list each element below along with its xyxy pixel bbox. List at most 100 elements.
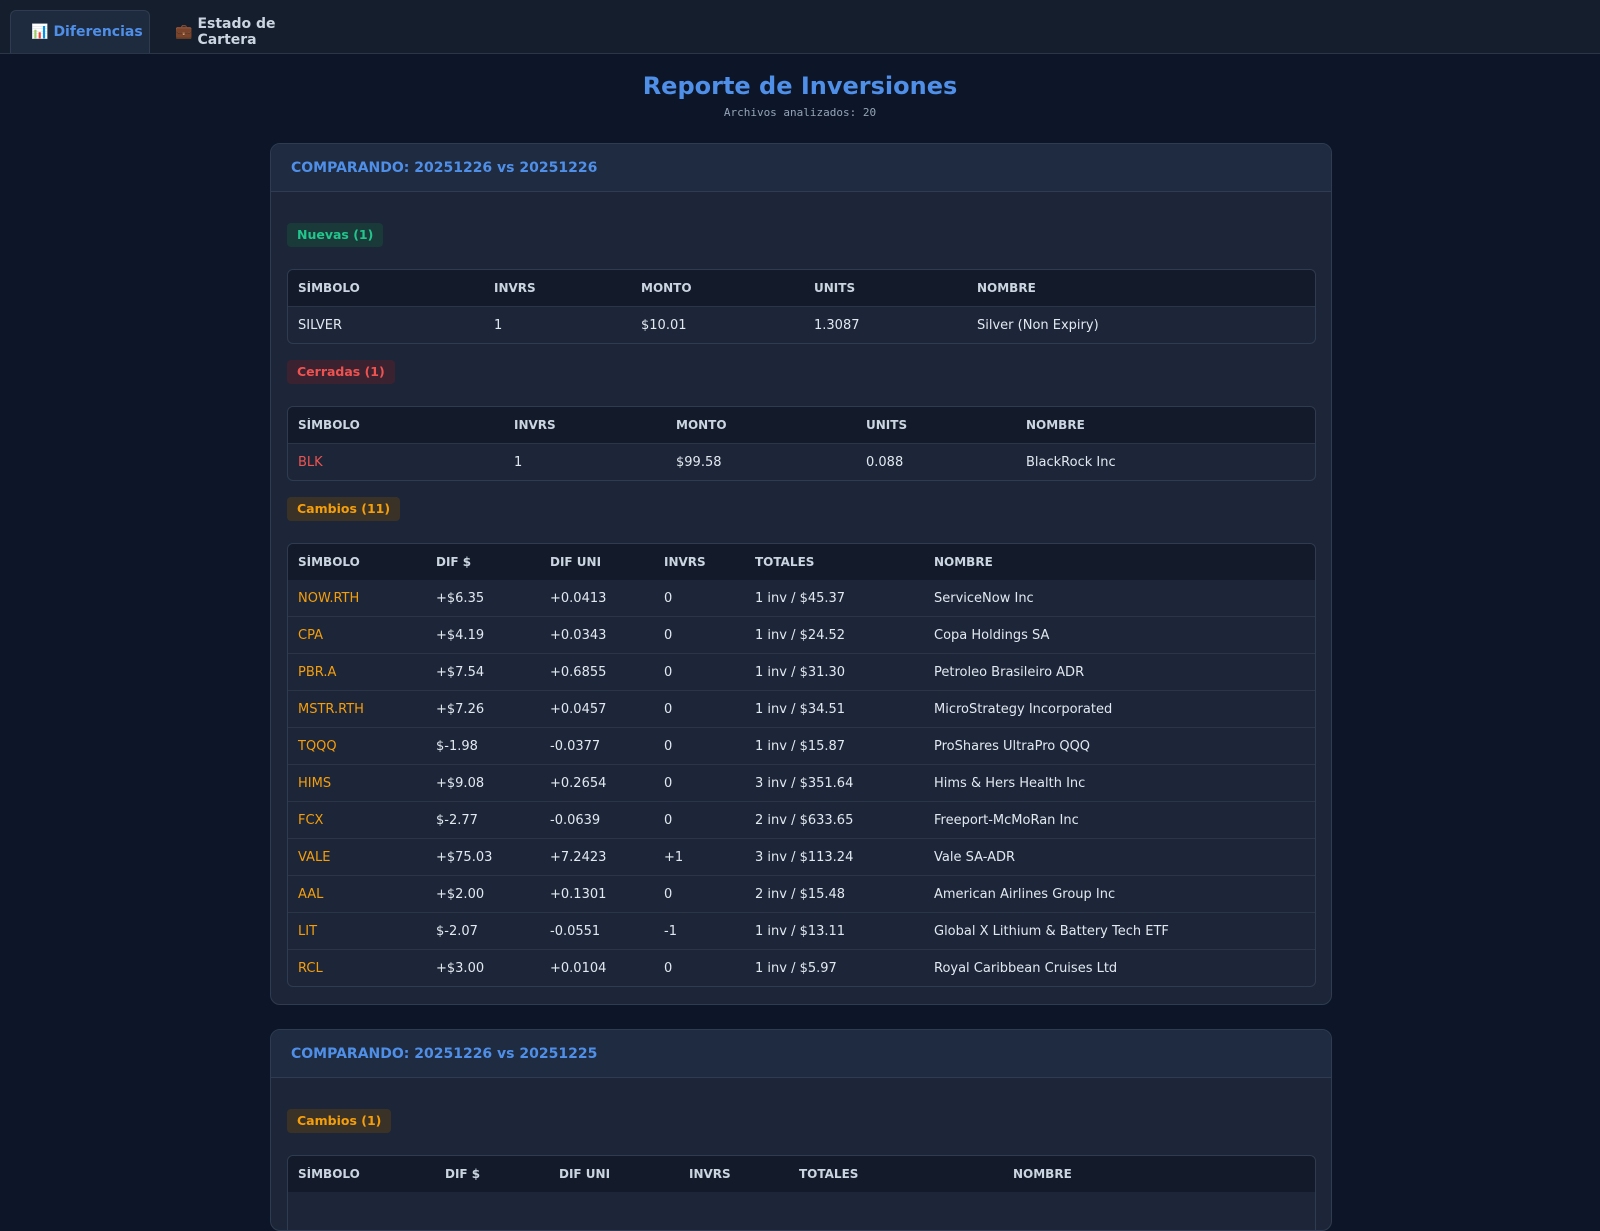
nuevas-table: SÍMBOLO INVRS MONTO UNITS NOMBRE SILVER … (287, 269, 1316, 344)
column-header: INVRS (514, 418, 556, 432)
dif-cell: $-2.07 (436, 923, 478, 939)
table-row: AAL +$2.00 +0.1301 0 2 inv / $15.48 American … (288, 875, 1315, 912)
dif-cell: $-1.98 (436, 738, 478, 754)
name-cell: ProShares UltraPro QQQ (934, 738, 1091, 754)
tab-estado-de-cartera[interactable]: 💼 Estado de Cartera (155, 10, 340, 53)
dif-uni-cell: +0.2654 (550, 775, 607, 791)
units-cell: 0.088 (866, 454, 904, 470)
symbol-cell: TQQQ (298, 738, 337, 754)
dif-uni-cell: +0.0104 (550, 960, 607, 976)
dif-uni-cell: +0.0413 (550, 590, 607, 606)
column-header: MONTO (676, 418, 727, 432)
table-header: SÍMBOLO DIF $ DIF UNI INVRS TOTALES NOMB… (288, 1156, 1315, 1192)
tab-label: Diferencias (53, 24, 143, 40)
column-header: INVRS (494, 281, 536, 295)
dif-cell: +$4.19 (436, 627, 485, 643)
dif-cell: +$2.00 (436, 886, 485, 902)
table-row: FCX $-2.77 -0.0639 0 2 inv / $633.65 Freeport… (288, 801, 1315, 838)
table-header: SÍMBOLO DIF $ DIF UNI INVRS TOTALES NOMB… (288, 544, 1315, 580)
name-cell: MicroStrategy Incorporated (934, 701, 1113, 717)
dif-uni-cell: -0.0377 (550, 738, 601, 754)
dif-uni-cell: +0.0343 (550, 627, 607, 643)
column-header: NOMBRE (1026, 418, 1085, 432)
page-subtitle: Archivos analizados: 20 (723, 106, 877, 119)
table-row: TQQQ $-1.98 -0.0377 0 1 inv / $15.87 ProShare… (288, 727, 1315, 764)
page-title: Reporte de Inversiones (642, 72, 958, 100)
name-cell: Copa Holdings SA (934, 627, 1050, 643)
dif-cell: +$6.35 (436, 590, 485, 606)
dif-cell: +$7.26 (436, 701, 485, 717)
name-cell: Hims & Hers Health Inc (934, 775, 1086, 791)
column-header: DIF $ (436, 555, 472, 569)
column-header: TOTALES (755, 555, 815, 569)
column-header: UNITS (866, 418, 908, 432)
column-header: SÍMBOLO (298, 281, 360, 295)
name-cell: Petroleo Brasileiro ADR (934, 664, 1085, 680)
symbol-cell: CPA (298, 627, 323, 643)
symbol-cell: RCL (298, 960, 323, 976)
invrs-cell: 0 (664, 812, 673, 828)
column-header: NOMBRE (1013, 1167, 1072, 1181)
table-header: SÍMBOLO INVRS MONTO UNITS NOMBRE (288, 407, 1315, 443)
table-row: CPA +$4.19 +0.0343 0 1 inv / $24.52 Copa Hold… (288, 616, 1315, 653)
dif-cell: +$3.00 (436, 960, 485, 976)
cambios-rows: NOW.RTH +$6.35 +0.0413 0 1 inv / $45.37 Servi… (288, 580, 1315, 986)
symbol-cell: HIMS (298, 775, 332, 791)
cambios-table: SÍMBOLO DIF $ DIF UNI INVRS TOTALES NOMB… (287, 1155, 1316, 1230)
totales-cell: 3 inv / $113.24 (755, 849, 854, 865)
symbol-cell: NOW.RTH (298, 590, 360, 606)
cerradas-table: SÍMBOLO INVRS MONTO UNITS NOMBRE BLK 1 $… (287, 406, 1316, 481)
invrs-cell: 0 (664, 960, 673, 976)
column-header: UNITS (814, 281, 856, 295)
symbol-cell: BLK (298, 454, 323, 470)
symbol-cell: SILVER (298, 317, 343, 333)
name-cell: American Airlines Group Inc (934, 886, 1116, 902)
totales-cell: 3 inv / $351.64 (755, 775, 854, 791)
table-row: VALE +$75.03 +7.2423 +1 3 inv / $113.24 Vale … (288, 838, 1315, 875)
comparison-title: COMPARANDO: 20251226 vs 20251226 (271, 144, 1331, 192)
invrs-cell: +1 (664, 849, 684, 865)
column-header: SÍMBOLO (298, 1167, 360, 1181)
totales-cell: 2 inv / $15.48 (755, 886, 846, 902)
invrs-cell: 0 (664, 775, 673, 791)
dif-uni-cell: -0.0639 (550, 812, 601, 828)
symbol-cell: VALE (298, 849, 331, 865)
dif-cell: +$7.54 (436, 664, 485, 680)
column-header: DIF UNI (550, 555, 602, 569)
totales-cell: 1 inv / $34.51 (755, 701, 846, 717)
totales-cell: 1 inv / $31.30 (755, 664, 846, 680)
dif-cell: +$9.08 (436, 775, 485, 791)
dif-cell: $-2.77 (436, 812, 478, 828)
symbol-cell: FCX (298, 812, 324, 828)
symbol-cell: LIT (298, 923, 318, 939)
name-cell: Silver (Non Expiry) (977, 317, 1099, 333)
column-header: INVRS (689, 1167, 731, 1181)
comparison-title: COMPARANDO: 20251226 vs 20251225 (271, 1030, 1331, 1078)
totales-cell: 1 inv / $13.11 (755, 923, 846, 939)
comparison-card: COMPARANDO: 20251226 vs 20251226 Nuevas … (270, 143, 1332, 1005)
totales-cell: 1 inv / $45.37 (755, 590, 846, 606)
invrs-cell: 1 (494, 317, 503, 333)
invrs-cell: 0 (664, 886, 673, 902)
column-header: INVRS (664, 555, 706, 569)
column-header: MONTO (641, 281, 692, 295)
invrs-cell: 0 (664, 627, 673, 643)
totales-cell: 1 inv / $5.97 (755, 960, 837, 976)
cambios-badge: Cambios (11) (287, 497, 401, 521)
dif-uni-cell: +0.1301 (550, 886, 607, 902)
comparison-card: COMPARANDO: 20251226 vs 20251225 Cambios… (270, 1029, 1332, 1231)
invrs-cell: -1 (664, 923, 677, 939)
cambios-table: SÍMBOLO DIF $ DIF UNI INVRS TOTALES NOMB… (287, 543, 1316, 987)
table-row: HIMS +$9.08 +0.2654 0 3 inv / $351.64 Hims & … (288, 764, 1315, 801)
table-row: SILVER 1 $10.01 1.3087 Silver (Non Expir… (288, 306, 1315, 343)
table-row: BLK 1 $99.58 0.088 BlackRock Inc (288, 443, 1315, 480)
symbol-cell: PBR.A (298, 664, 337, 680)
tab-diferencias[interactable]: 📊 Diferencias (10, 10, 150, 53)
name-cell: BlackRock Inc (1026, 454, 1116, 470)
name-cell: Royal Caribbean Cruises Ltd (934, 960, 1118, 976)
table-row: MSTR.RTH +$7.26 +0.0457 0 1 inv / $34.51 Micr… (288, 690, 1315, 727)
column-header: NOMBRE (977, 281, 1036, 295)
dif-cell: +$75.03 (436, 849, 493, 865)
totales-cell: 1 inv / $15.87 (755, 738, 846, 754)
name-cell: Vale SA-ADR (934, 849, 1016, 865)
